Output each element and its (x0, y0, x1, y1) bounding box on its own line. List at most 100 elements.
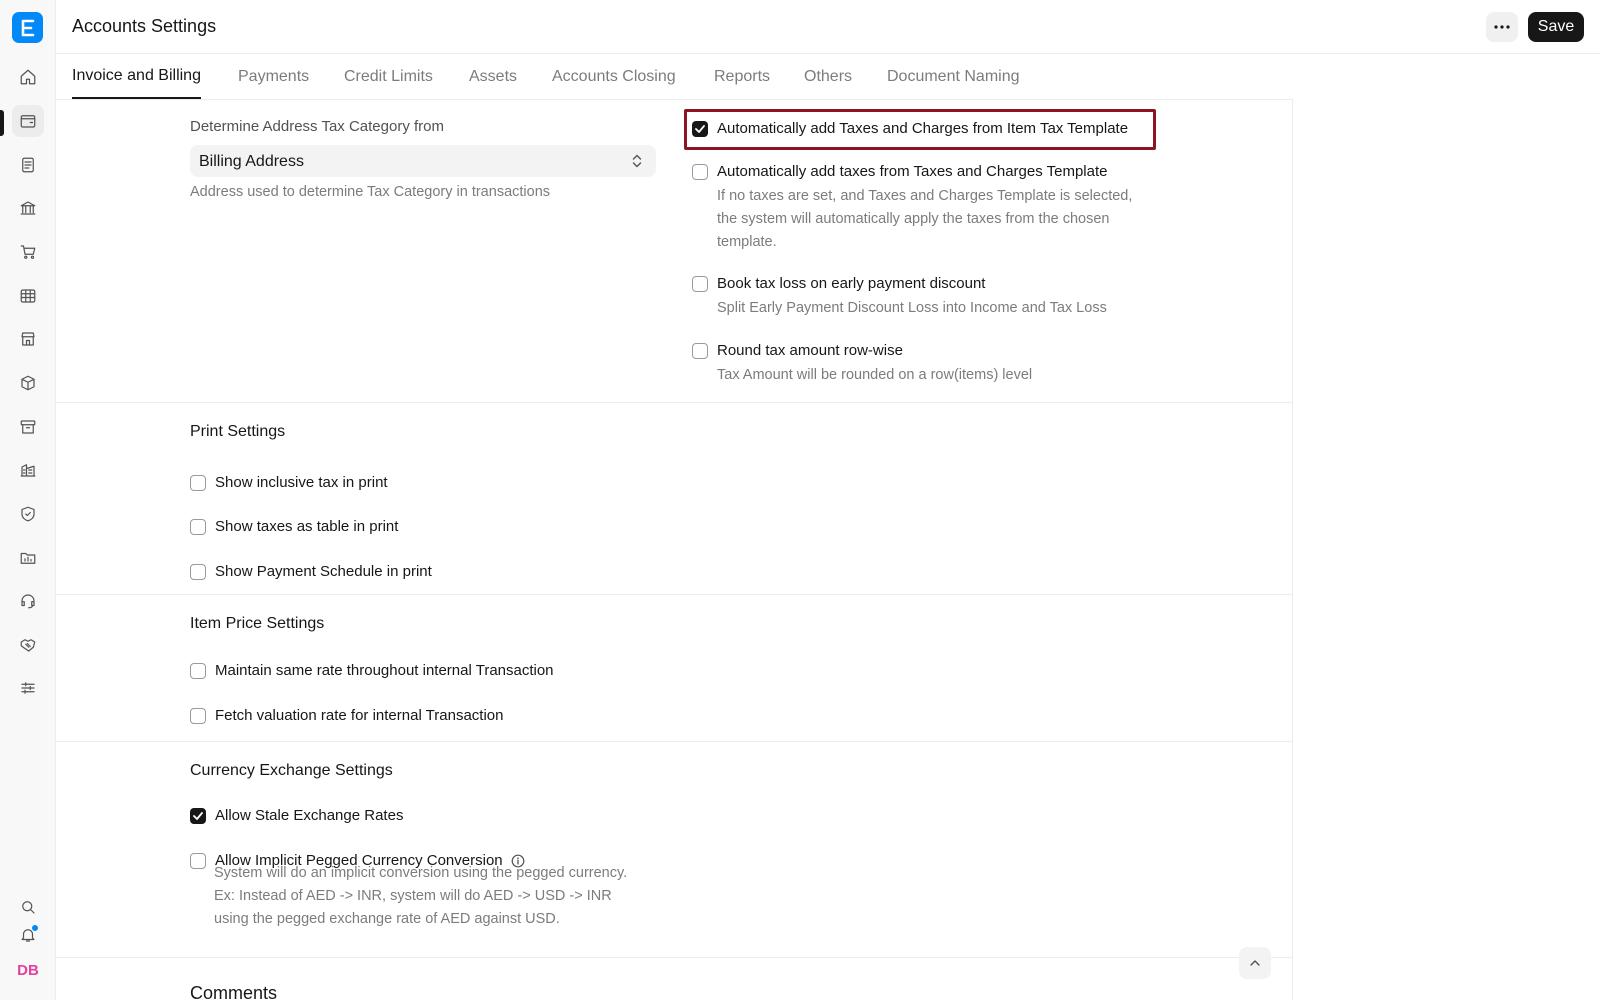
notification-dot (31, 924, 39, 932)
section-title-item-price-settings: Item Price Settings (190, 615, 325, 632)
help-line: If no taxes are set, and Taxes and Charg… (717, 188, 1133, 204)
help-text: System will do an implicit conversion us… (214, 862, 627, 931)
checkbox-payment-schedule[interactable] (190, 563, 206, 580)
check-icon (695, 124, 705, 133)
section-title-comments: Comments (190, 983, 278, 1000)
help-text: Tax Amount will be rounded on a row(item… (717, 364, 1032, 387)
ellipsis-icon (1494, 25, 1510, 29)
sidebar-item-support[interactable] (12, 585, 44, 617)
checkbox-inclusive-tax[interactable] (190, 474, 206, 491)
address-tax-category-select[interactable]: Billing Address (190, 145, 656, 177)
document-icon (22, 157, 34, 173)
checkbox-row-inclusive-tax[interactable]: Show inclusive tax in print (190, 474, 388, 491)
search-icon (22, 901, 35, 914)
select-chevron-icon (632, 154, 642, 168)
save-button[interactable]: Save (1528, 12, 1584, 42)
checkbox-label: Show Payment Schedule in print (215, 563, 432, 580)
app-logo[interactable] (12, 12, 43, 43)
checkbox-row-taxes-as-table[interactable]: Show taxes as table in print (190, 518, 398, 535)
archive-icon (20, 420, 36, 434)
sidebar-item-projects[interactable] (12, 542, 44, 574)
more-actions-button[interactable] (1486, 12, 1518, 42)
bank-icon (20, 201, 36, 215)
sidebar-item-bank[interactable] (12, 192, 44, 224)
checkbox-row-same-rate[interactable]: Maintain same rate throughout internal T… (190, 662, 554, 679)
help-line: Ex: Instead of AED -> INR, system will d… (214, 888, 612, 904)
sidebar-item-settings[interactable] (12, 672, 44, 704)
help-line: using the pegged exchange rate of AED ag… (214, 911, 560, 927)
cart-icon (20, 245, 36, 259)
scroll-to-top-button[interactable] (1239, 947, 1271, 979)
sidebar-item-buying[interactable] (12, 236, 44, 268)
checkbox-taxes-as-table[interactable] (190, 518, 206, 535)
address-tax-category-help: Address used to determine Tax Category i… (190, 184, 551, 200)
tab-invoice-and-billing[interactable]: Invoice and Billing (72, 54, 201, 99)
checkbox-label: Fetch valuation rate for internal Transa… (215, 707, 504, 724)
help-line: the system will automatically apply the … (717, 211, 1110, 227)
building-icon (20, 464, 36, 477)
chevron-up-icon (1250, 960, 1260, 966)
checkbox-same-rate[interactable] (190, 662, 206, 679)
sidebar-item-reports[interactable] (12, 280, 44, 312)
tab-credit-limits[interactable]: Credit Limits (344, 54, 433, 99)
sidebar-item-documents[interactable] (12, 149, 44, 181)
tab-accounts-closing[interactable]: Accounts Closing (552, 54, 676, 99)
sidebar-item-crm[interactable] (12, 629, 44, 661)
checkbox-label: Automatically add Taxes and Charges from… (717, 120, 1129, 137)
checkbox-taxes-charges-template[interactable] (692, 163, 708, 180)
checkbox-pegged-conversion[interactable] (190, 852, 206, 869)
checkbox-row-book-tax-loss[interactable]: Book tax loss on early payment discount (692, 275, 985, 292)
checkbox-row-valuation-rate[interactable]: Fetch valuation rate for internal Transa… (190, 707, 504, 724)
help-line: Tax Amount will be rounded on a row(item… (717, 367, 1033, 383)
sidebar-item-quality[interactable] (12, 498, 44, 530)
sidebar-item-manufacturing[interactable] (12, 454, 44, 486)
headset-icon (21, 594, 35, 609)
checkbox-label: Show inclusive tax in print (215, 474, 388, 491)
checkbox-valuation-rate[interactable] (190, 707, 206, 724)
settings-form: Determine Address Tax Category from Bill… (56, 100, 1293, 1000)
page-header: Accounts Settings Save (56, 0, 1600, 54)
tab-others[interactable]: Others (804, 54, 852, 99)
help-text: Split Early Payment Discount Loss into I… (717, 297, 1107, 320)
checkbox-label: Book tax loss on early payment discount (717, 275, 986, 292)
section-divider (56, 957, 1292, 958)
sidebar-item-home[interactable] (12, 61, 44, 93)
sidebar-item-selling[interactable] (12, 323, 44, 355)
sidebar-item-assets[interactable] (12, 411, 44, 443)
checkbox-round-tax-row-wise[interactable] (692, 342, 708, 359)
checkbox-row-round-tax-row-wise[interactable]: Round tax amount row-wise (692, 342, 903, 359)
address-tax-category-label: Determine Address Tax Category from (190, 118, 444, 135)
notifications-button[interactable] (12, 919, 44, 951)
sidebar: DB (0, 0, 56, 1000)
tab-payments[interactable]: Payments (238, 54, 309, 99)
folder-chart-icon (20, 552, 36, 564)
avatar[interactable]: DB (12, 954, 44, 986)
sidebar-item-stock[interactable] (12, 367, 44, 399)
checkbox-book-tax-loss[interactable] (692, 275, 708, 292)
tab-document-naming[interactable]: Document Naming (887, 54, 1020, 99)
checkbox-row-taxes-charges-template[interactable]: Automatically add taxes from Taxes and C… (692, 163, 1107, 180)
section-divider (56, 402, 1292, 403)
package-icon (21, 375, 35, 391)
tab-bar: Invoice and Billing Payments Credit Limi… (56, 54, 1293, 100)
checkbox-label: Automatically add taxes from Taxes and C… (717, 163, 1108, 180)
tab-reports[interactable]: Reports (714, 54, 770, 99)
check-icon (193, 811, 203, 820)
checkbox-item-tax-template[interactable] (692, 120, 708, 137)
handshake-icon (20, 639, 36, 652)
active-nav-marker (0, 110, 4, 136)
address-tax-category-value: Billing Address (199, 153, 304, 170)
sliders-icon (21, 682, 35, 694)
shield-icon (21, 506, 35, 522)
page-title: Accounts Settings (72, 16, 217, 36)
tab-assets[interactable]: Assets (469, 54, 517, 99)
checkbox-row-item-tax-template[interactable]: Automatically add Taxes and Charges from… (692, 120, 1128, 137)
checkbox-row-stale-rates[interactable]: Allow Stale Exchange Rates (190, 807, 403, 824)
checkbox-row-payment-schedule[interactable]: Show Payment Schedule in print (190, 563, 432, 580)
sidebar-item-accounting[interactable] (12, 105, 44, 137)
store-icon (21, 332, 35, 346)
section-divider (56, 741, 1292, 742)
help-line: Split Early Payment Discount Loss into I… (717, 300, 1107, 316)
checkbox-label: Round tax amount row-wise (717, 342, 903, 359)
checkbox-stale-rates[interactable] (190, 807, 206, 824)
